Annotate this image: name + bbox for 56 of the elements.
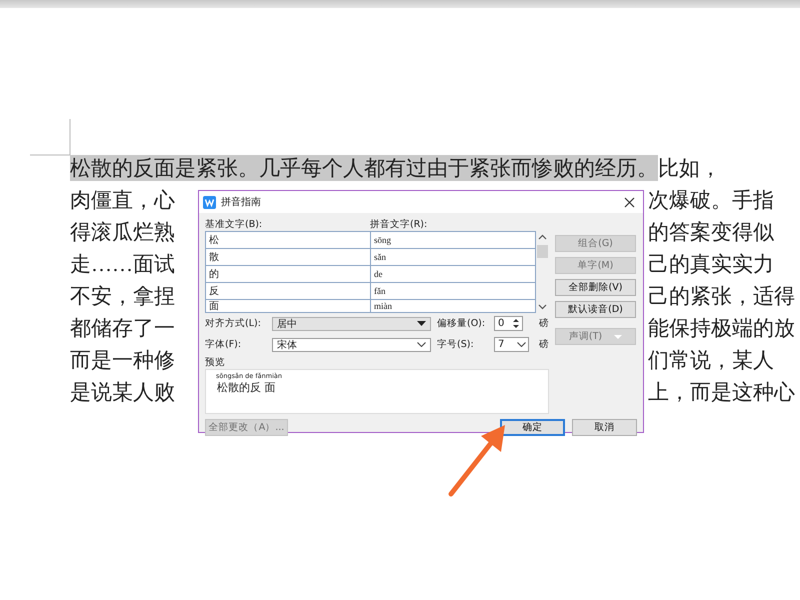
font-size-combobox[interactable]: 7 — [494, 337, 529, 352]
document-text: 上，而是这种心 — [648, 379, 796, 405]
document-text: 次爆破。手指 — [648, 187, 775, 213]
document-text: 得滚瓜烂熟 — [70, 219, 175, 245]
spinner-arrows-icon[interactable] — [512, 318, 520, 329]
scroll-down-icon[interactable] — [538, 304, 548, 310]
field-label: 字体(F): — [205, 338, 242, 351]
base-text-cell[interactable]: 的 — [206, 266, 371, 282]
pinyin-cell[interactable]: de — [371, 266, 382, 282]
dialog-button[interactable]: 默认读音(D) — [555, 301, 636, 318]
document-text: 走……面试 — [70, 251, 175, 277]
document-text: 的答案变得似 — [648, 219, 775, 245]
unit-label: 磅 — [539, 338, 549, 351]
preview-text: 松散的反 面 — [217, 380, 276, 395]
field-label: 偏移量(O): — [437, 317, 486, 330]
unit-label: 磅 — [539, 317, 549, 330]
document-text: 比如， — [658, 155, 721, 181]
document-text: 己的紧张，适得 — [648, 283, 796, 309]
document-text: 们常说，某人 — [648, 347, 775, 373]
offset-spinbox[interactable]: 0 — [494, 316, 523, 331]
pinyin-cell[interactable]: sǎn — [371, 249, 386, 265]
dialog-title: 拼音指南 — [221, 196, 262, 209]
pinyin-cell[interactable]: fǎn — [371, 283, 386, 299]
column-label: 基准文字(B): — [205, 218, 264, 231]
dropdown-arrow-icon — [417, 321, 426, 326]
font-dropdown[interactable]: 宋体 — [272, 338, 431, 352]
pinyin-cell[interactable]: sōng — [371, 232, 392, 248]
document-text: 己的真实实力 — [648, 251, 775, 277]
document-text: 而是一种修 — [70, 347, 175, 373]
field-label: 字号(S): — [437, 338, 475, 351]
document-text: 都储存了一 — [70, 315, 175, 341]
dropdown-arrow-icon — [614, 334, 622, 338]
base-text-cell[interactable]: 反 — [206, 283, 371, 299]
document-text: 松散的反面是紧张。几乎每个人都有过由于紧张而惨败的经历。 — [70, 155, 658, 181]
document-text: 肉僵直，心 — [70, 187, 175, 213]
chevron-down-icon — [417, 342, 426, 347]
scrollbar-thumb[interactable] — [537, 245, 548, 258]
dialog-button[interactable]: 全部删除(V) — [555, 279, 636, 296]
close-icon[interactable] — [624, 196, 635, 208]
dialog-button[interactable]: 确定 — [500, 419, 565, 436]
chevron-down-icon — [517, 342, 526, 347]
dialog-button[interactable]: 取消 — [572, 419, 637, 436]
pointer-arrow — [448, 425, 505, 496]
document-text: 不安，拿捏 — [70, 283, 175, 309]
app-logo-icon — [203, 196, 216, 208]
scroll-up-icon[interactable] — [538, 234, 548, 240]
preview-label: 预览 — [205, 356, 226, 369]
field-label: 对齐方式(L): — [205, 317, 262, 330]
base-text-cell[interactable]: 散 — [206, 249, 371, 265]
column-label: 拼音文字(R): — [370, 218, 428, 231]
document-text: 是说某人败 — [70, 379, 175, 405]
document-text: 能保持极端的放 — [648, 315, 796, 341]
base-text-cell[interactable]: 松 — [206, 232, 371, 248]
base-text-cell[interactable]: 面 — [206, 300, 371, 312]
pinyin-cell[interactable]: miàn — [371, 300, 392, 312]
alignment-dropdown[interactable]: 居中 — [272, 316, 431, 330]
